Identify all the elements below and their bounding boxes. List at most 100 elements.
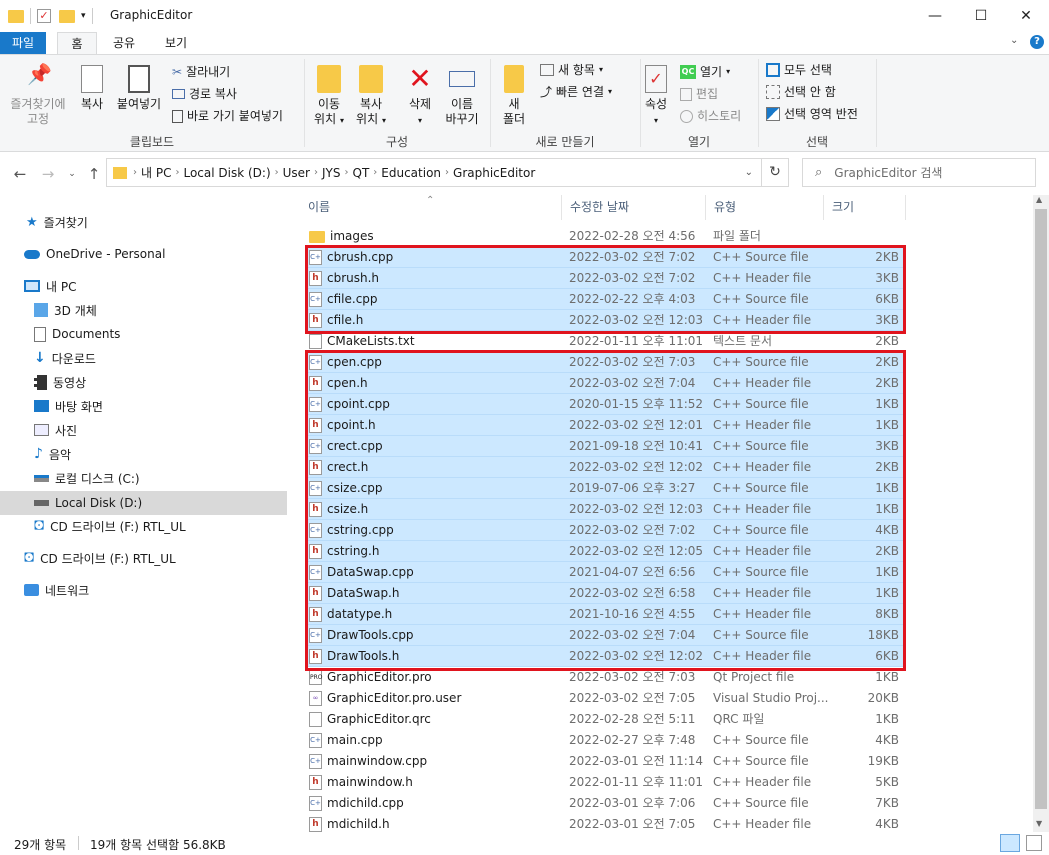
scrollbar-thumb[interactable]	[1035, 209, 1047, 809]
file-row[interactable]: GraphicEditor.qrc 2022-02-28 오전 5:11 QRC 파…	[305, 709, 905, 730]
search-input[interactable]: ⌕ GraphicEditor 검색	[802, 158, 1036, 187]
address-dropdown-icon[interactable]: ⌄	[745, 167, 753, 178]
maximize-button[interactable]: ☐	[958, 0, 1004, 32]
breadcrumb-local-disk-d[interactable]: Local Disk (D:)	[183, 166, 270, 180]
details-view-icon[interactable]	[1000, 834, 1020, 852]
new-folder-icon[interactable]	[59, 9, 75, 23]
open-button[interactable]: QC 열기 ▾	[680, 63, 730, 81]
delete-button[interactable]: ✕ 삭제 ▾	[400, 65, 440, 128]
tab-home[interactable]: 홈	[57, 32, 97, 54]
nav-local-disk-c[interactable]: 로컬 디스크 (C:)	[34, 466, 140, 490]
breadcrumb-jys[interactable]: JYS	[322, 166, 341, 180]
history-button[interactable]: 히스토리	[680, 107, 741, 125]
file-row[interactable]: images 2022-02-28 오전 4:56 파일 폴더	[305, 226, 905, 247]
nav-network[interactable]: 네트워크	[24, 578, 89, 602]
file-row[interactable]: C+ cstring.cpp 2022-03-02 오전 7:02 C++ Sourc…	[305, 520, 905, 541]
tab-file[interactable]: 파일	[0, 32, 46, 54]
column-header-name[interactable]: 이름 ⌃	[300, 195, 562, 220]
file-row[interactable]: C+ crect.cpp 2021-09-18 오전 10:41 C++ Source…	[305, 436, 905, 457]
invert-selection-button[interactable]: 선택 영역 반전	[766, 105, 858, 123]
file-row[interactable]: C+ cfile.cpp 2022-02-22 오후 4:03 C++ Source …	[305, 289, 905, 310]
customize-chevron-icon[interactable]: ▾	[81, 11, 86, 21]
file-row[interactable]: C+ DrawTools.cpp 2022-03-02 오전 7:04 C++ Sou…	[305, 625, 905, 646]
nav-desktop[interactable]: 바탕 화면	[34, 394, 103, 418]
nav-videos[interactable]: 동영상	[34, 370, 86, 394]
new-item-button[interactable]: 새 항목 ▾	[540, 61, 603, 79]
copy-button[interactable]: 복사	[76, 65, 108, 112]
file-row[interactable]: h csize.h 2022-03-02 오전 12:03 C++ Header fi…	[305, 499, 905, 520]
forward-arrow-icon[interactable]: →	[38, 164, 58, 184]
nav-documents[interactable]: Documents	[34, 322, 120, 346]
move-to-button[interactable]: 이동 위치 ▾	[310, 65, 348, 128]
copy-path-button[interactable]: 경로 복사	[172, 85, 237, 103]
scroll-up-icon[interactable]: ▲	[1036, 195, 1042, 204]
file-row[interactable]: h cfile.h 2022-03-02 오전 12:03 C++ Header fi…	[305, 310, 905, 331]
file-row[interactable]: C+ cpen.cpp 2022-03-02 오전 7:03 C++ Source f…	[305, 352, 905, 373]
column-header-type[interactable]: 유형	[706, 195, 824, 220]
properties-check-icon[interactable]: ✓	[37, 9, 51, 23]
pin-quick-access-button[interactable]: 📌 즐겨찾기에 고정	[6, 64, 70, 127]
properties-button[interactable]: ✓ 속성 ▾	[640, 65, 672, 128]
file-row[interactable]: h cbrush.h 2022-03-02 오전 7:02 C++ Header fi…	[305, 268, 905, 289]
select-all-button[interactable]: 모두 선택	[766, 61, 832, 79]
file-row[interactable]: CMakeLists.txt 2022-01-11 오후 11:01 텍스트 문서 2…	[305, 331, 905, 352]
recent-chevron-icon[interactable]: ⌄	[62, 164, 82, 184]
file-row[interactable]: h DataSwap.h 2022-03-02 오전 6:58 C++ Header …	[305, 583, 905, 604]
file-row[interactable]: h mainwindow.h 2022-01-11 오후 11:01 C++ Head…	[305, 772, 905, 793]
file-row[interactable]: h cpen.h 2022-03-02 오전 7:04 C++ Header file…	[305, 373, 905, 394]
file-row[interactable]: ∞ GraphicEditor.pro.user 2022-03-02 오전 7:0…	[305, 688, 905, 709]
breadcrumb-graphiceditor[interactable]: GraphicEditor	[453, 166, 535, 180]
minimize-button[interactable]: —	[912, 0, 958, 32]
help-icon[interactable]: ?	[1030, 35, 1044, 49]
copy-to-button[interactable]: 복사 위치 ▾	[352, 65, 390, 128]
paste-shortcut-button[interactable]: 바로 가기 붙여넣기	[172, 107, 283, 125]
scroll-down-icon[interactable]: ▼	[1036, 819, 1042, 828]
file-row[interactable]: h crect.h 2022-03-02 오전 12:02 C++ Header fi…	[305, 457, 905, 478]
breadcrumb-this-pc[interactable]: 내 PC	[141, 164, 171, 181]
file-row[interactable]: C+ cpoint.cpp 2020-01-15 오후 11:52 C++ Sourc…	[305, 394, 905, 415]
nav-local-disk-d[interactable]: Local Disk (D:)	[0, 491, 287, 515]
file-row[interactable]: h cstring.h 2022-03-02 오전 12:05 C++ Header …	[305, 541, 905, 562]
file-row[interactable]: C+ DataSwap.cpp 2021-04-07 오전 6:56 C++ Sour…	[305, 562, 905, 583]
breadcrumb-education[interactable]: Education	[381, 166, 441, 180]
paste-button[interactable]: 붙여넣기	[114, 65, 164, 112]
file-row[interactable]: h mdichild.h 2022-03-01 오전 7:05 C++ Header …	[305, 814, 905, 832]
ribbon-expand-icon[interactable]: ⌄	[1010, 35, 1018, 46]
nav-quick-access[interactable]: ★ 즐겨찾기	[26, 210, 88, 234]
select-none-button[interactable]: 선택 안 함	[766, 83, 836, 101]
tab-share[interactable]: 공유	[104, 32, 144, 54]
up-arrow-icon[interactable]: ↑	[84, 164, 104, 184]
nav-cd-drive-f[interactable]: 🖸 CD 드라이브 (F:) RTL_UL	[24, 546, 176, 570]
file-row[interactable]: C+ cbrush.cpp 2022-03-02 오전 7:02 C++ Source…	[305, 247, 905, 268]
new-folder-button[interactable]: 새 폴더	[496, 65, 532, 127]
rename-button[interactable]: 이름 바꾸기	[442, 65, 482, 127]
back-arrow-icon[interactable]: ←	[10, 164, 30, 184]
folder-icon[interactable]	[8, 9, 24, 23]
nav-cd-drive-f-sub[interactable]: 🖸 CD 드라이브 (F:) RTL_UL	[34, 514, 186, 538]
cut-button[interactable]: ✂ 잘라내기	[172, 63, 230, 81]
nav-pictures[interactable]: 사진	[34, 418, 77, 442]
column-header-date[interactable]: 수정한 날짜	[562, 195, 706, 220]
address-bar[interactable]: › 내 PC › Local Disk (D:) › User › JYS › …	[106, 158, 762, 187]
file-row[interactable]: h datatype.h 2021-10-16 오전 4:55 C++ Header …	[305, 604, 905, 625]
edit-button[interactable]: 편집	[680, 85, 718, 103]
large-icons-view-icon[interactable]	[1026, 835, 1042, 851]
file-row[interactable]: h DrawTools.h 2022-03-02 오전 12:02 C++ Heade…	[305, 646, 905, 667]
breadcrumb-user[interactable]: User	[283, 166, 310, 180]
breadcrumb-qt[interactable]: QT	[353, 166, 370, 180]
file-row[interactable]: h cpoint.h 2022-03-02 오전 12:01 C++ Header f…	[305, 415, 905, 436]
nav-3d-objects[interactable]: 3D 개체	[34, 298, 97, 322]
file-row[interactable]: C+ main.cpp 2022-02-27 오후 7:48 C++ Source f…	[305, 730, 905, 751]
file-row[interactable]: C+ csize.cpp 2019-07-06 오후 3:27 C++ Source …	[305, 478, 905, 499]
close-button[interactable]: ✕	[1003, 0, 1049, 32]
file-row[interactable]: PRO GraphicEditor.pro 2022-03-02 오전 7:03 Qt…	[305, 667, 905, 688]
nav-onedrive[interactable]: OneDrive - Personal	[24, 242, 165, 266]
file-row[interactable]: C+ mainwindow.cpp 2022-03-01 오전 11:14 C++ S…	[305, 751, 905, 772]
vertical-scrollbar[interactable]: ▲ ▼	[1033, 195, 1049, 832]
easy-access-button[interactable]: ⤴ 빠른 연결 ▾	[540, 83, 612, 101]
nav-this-pc[interactable]: 내 PC	[24, 274, 76, 298]
tab-view[interactable]: 보기	[156, 32, 196, 54]
nav-music[interactable]: ♪ 음악	[34, 442, 71, 466]
nav-downloads[interactable]: ↓ 다운로드	[34, 346, 96, 370]
refresh-button[interactable]: ↻	[762, 158, 789, 187]
